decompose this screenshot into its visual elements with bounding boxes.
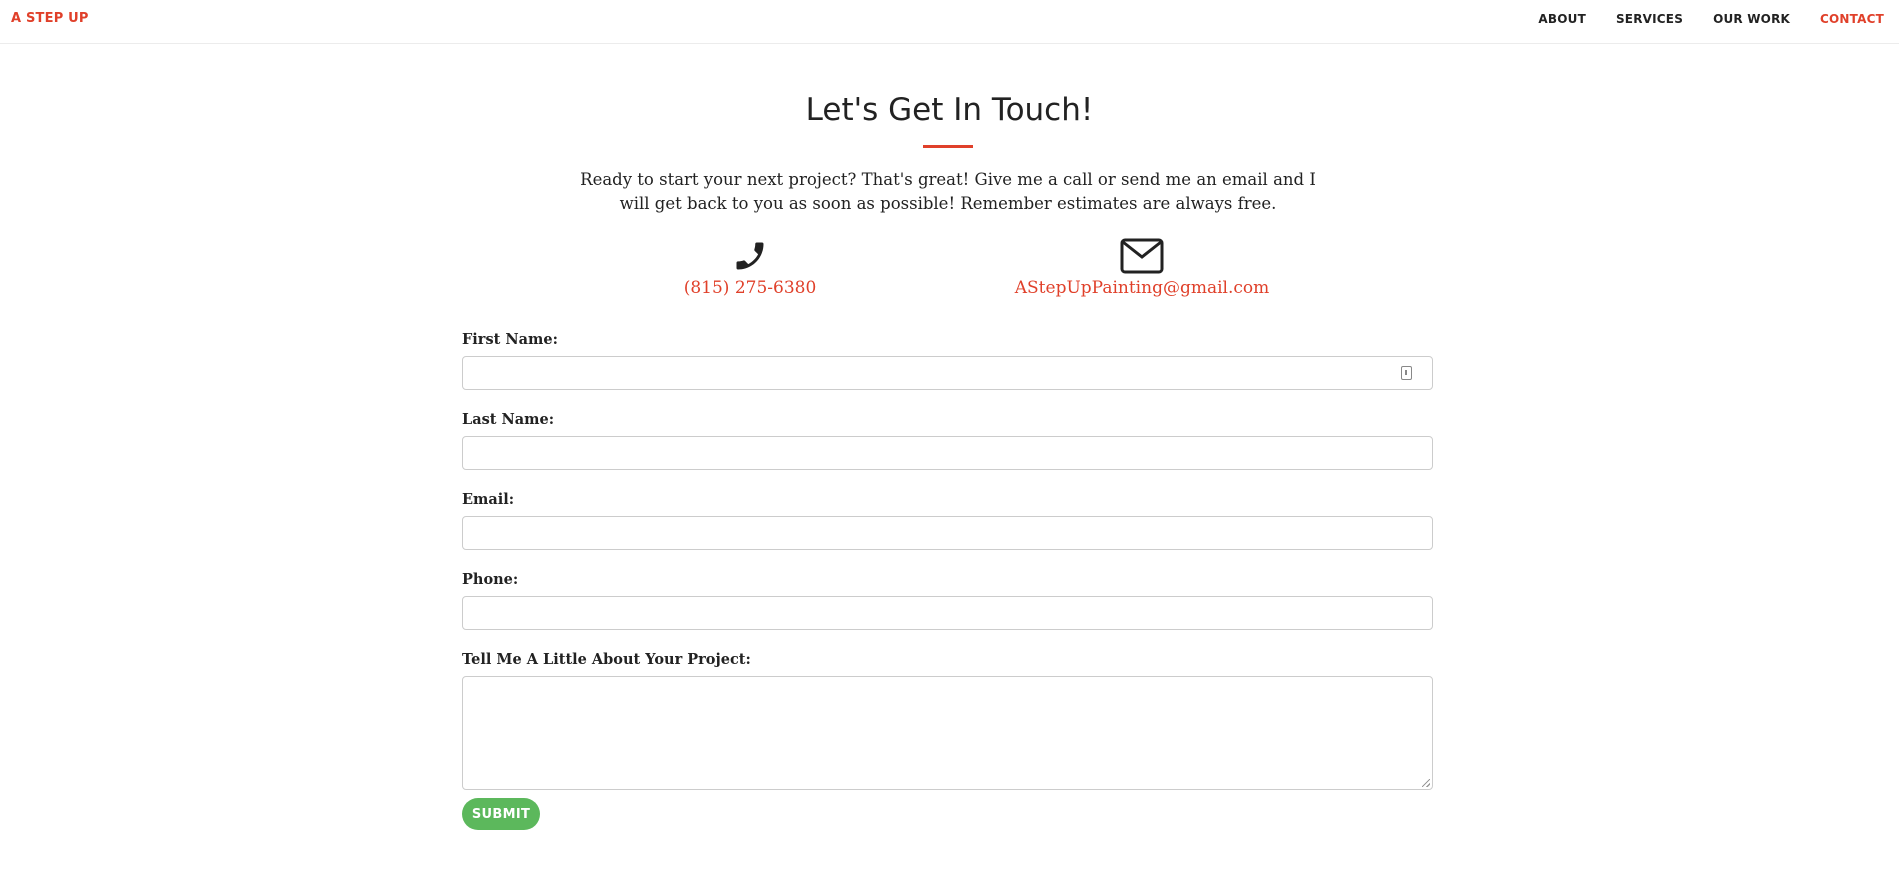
contact-form: First Name: Last Name: Email: Phone: Tel… xyxy=(462,328,1433,830)
email-input[interactable] xyxy=(462,516,1433,550)
nav-links: ABOUT SERVICES OUR WORK CONTACT xyxy=(1538,12,1884,26)
nav-contact[interactable]: CONTACT xyxy=(1820,12,1884,26)
brand-logo[interactable]: A STEP UP xyxy=(11,11,89,26)
nav-about[interactable]: ABOUT xyxy=(1538,12,1586,26)
resize-grip-icon[interactable] xyxy=(1422,779,1430,787)
submit-wrap: SUBMIT xyxy=(462,798,1433,830)
submit-button[interactable]: SUBMIT xyxy=(462,798,540,830)
last-name-field: Last Name: xyxy=(462,408,1433,470)
phone-field: Phone: xyxy=(462,568,1433,630)
last-name-label: Last Name: xyxy=(462,411,555,428)
phone-label: Phone: xyxy=(462,571,519,588)
project-field: Tell Me A Little About Your Project: xyxy=(462,648,1433,790)
project-textarea[interactable] xyxy=(462,676,1433,790)
last-name-input[interactable] xyxy=(462,436,1433,470)
phone-contact: (815) 275-6380 xyxy=(640,238,860,298)
first-name-field: First Name: xyxy=(462,328,1433,390)
email-label: Email: xyxy=(462,491,515,508)
title-divider xyxy=(923,145,973,148)
nav-our-work[interactable]: OUR WORK xyxy=(1713,12,1790,26)
phone-icon xyxy=(736,242,764,270)
first-name-label: First Name: xyxy=(462,331,558,348)
intro-text: Ready to start your next project? That's… xyxy=(580,170,1316,213)
phone-input[interactable] xyxy=(462,596,1433,630)
email-contact: AStepUpPainting@gmail.com xyxy=(1002,238,1282,298)
email-field: Email: xyxy=(462,488,1433,550)
page-title: Let's Get In Touch! xyxy=(805,92,1094,128)
envelope-icon xyxy=(1120,238,1164,274)
email-link[interactable]: AStepUpPainting@gmail.com xyxy=(1002,278,1282,298)
navbar: A STEP UP ABOUT SERVICES OUR WORK CONTAC… xyxy=(0,0,1899,44)
project-label: Tell Me A Little About Your Project: xyxy=(462,651,751,668)
first-name-input[interactable] xyxy=(462,356,1433,390)
autofill-contact-icon[interactable] xyxy=(1401,366,1412,380)
phone-link[interactable]: (815) 275-6380 xyxy=(640,278,860,298)
nav-services[interactable]: SERVICES xyxy=(1616,12,1683,26)
